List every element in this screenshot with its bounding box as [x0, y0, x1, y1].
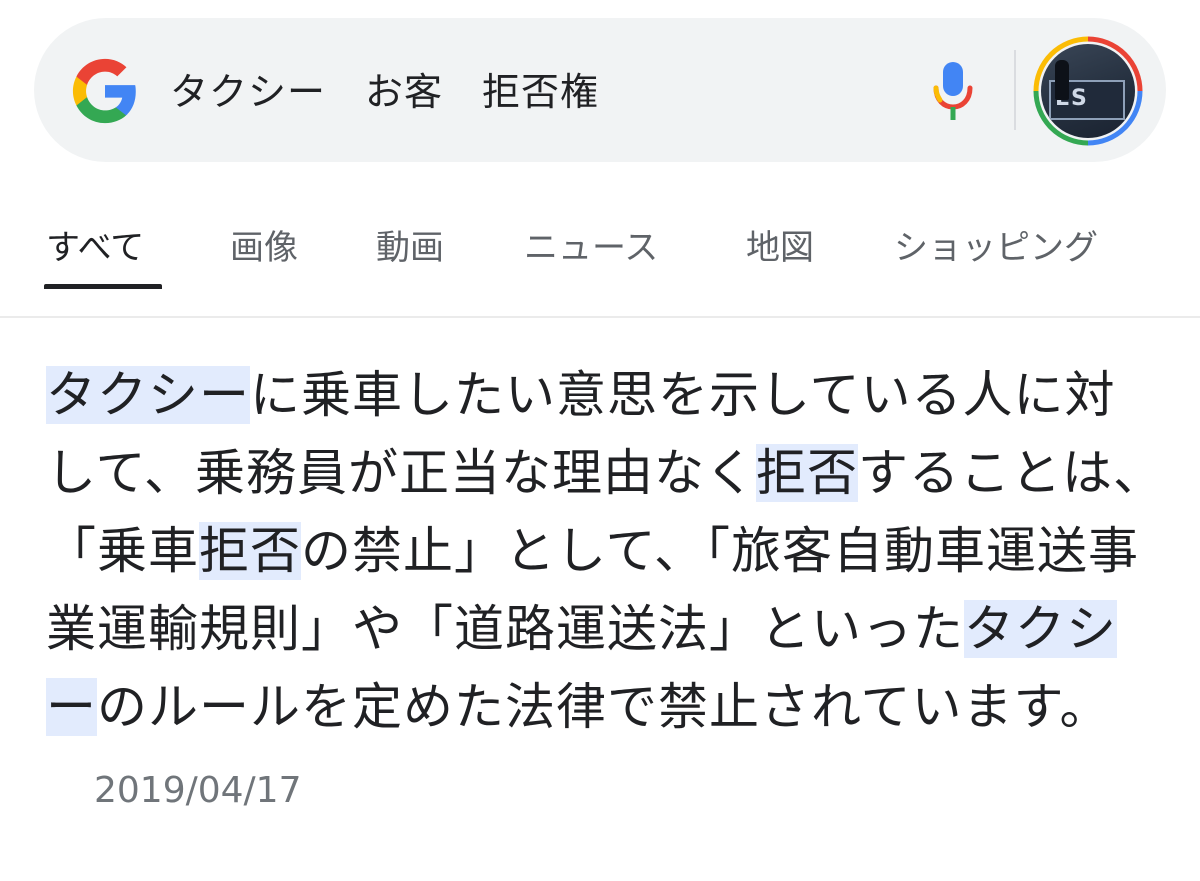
search-divider — [1014, 50, 1016, 130]
account-avatar[interactable]: ES — [1041, 44, 1135, 138]
google-g-icon — [72, 58, 136, 124]
microphone-icon[interactable] — [930, 60, 976, 122]
tab-news[interactable]: ニュース — [524, 222, 658, 274]
snippet-date: 2019/04/17 — [94, 770, 302, 811]
tab-all[interactable]: すべて — [46, 222, 144, 274]
search-tabs: すべて 画像 動画 ニュース 地図 ショッピング — [0, 222, 1200, 318]
search-input[interactable]: タクシー お客 拒否権 — [170, 62, 599, 122]
snippet-segment: 拒否 — [756, 444, 858, 502]
tab-videos[interactable]: 動画 — [376, 222, 444, 274]
tab-maps[interactable]: 地図 — [746, 222, 814, 274]
snippet-segment: タクシー — [46, 366, 250, 424]
active-tab-indicator — [44, 284, 162, 289]
snippet-segment: のルールを定めた法律で禁止されています。 — [97, 678, 1111, 736]
snippet-segment: 拒否 — [199, 522, 301, 580]
avatar-photo-person — [1055, 60, 1069, 100]
featured-snippet: タクシーに乗車したい意思を示している人に対して、乗務員が正当な理由なく拒否するこ… — [46, 356, 1166, 830]
tab-shopping[interactable]: ショッピング — [894, 222, 1098, 274]
tab-images[interactable]: 画像 — [230, 222, 298, 274]
